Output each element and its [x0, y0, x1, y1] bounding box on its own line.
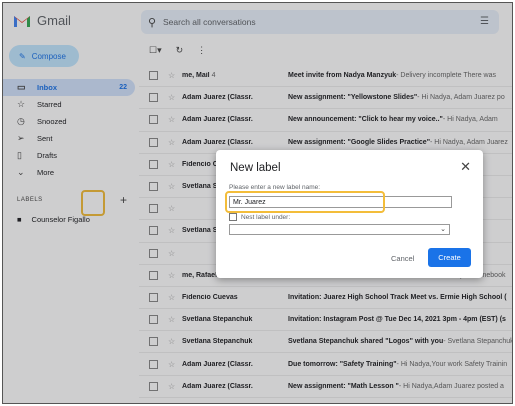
gmail-window: Gmail ⚲ Search all conversations ☰ ✎ Com… — [2, 2, 513, 404]
nest-label-checkbox[interactable] — [229, 213, 237, 221]
dialog-title: New label — [230, 162, 281, 174]
input-highlight — [225, 191, 385, 213]
chevron-down-icon: ⌄ — [440, 226, 446, 233]
close-icon[interactable]: ✕ — [460, 159, 471, 175]
cancel-button[interactable]: Cancel — [391, 254, 414, 263]
nest-label-text: Nest label under: — [241, 213, 291, 221]
parent-label-select[interactable]: ⌄ — [229, 224, 450, 235]
create-button[interactable]: Create — [428, 248, 471, 267]
new-label-dialog: New label ✕ Please enter a new label nam… — [216, 150, 483, 278]
nest-label-option[interactable]: Nest label under: — [229, 213, 290, 221]
dialog-prompt: Please enter a new label name: — [229, 184, 321, 191]
